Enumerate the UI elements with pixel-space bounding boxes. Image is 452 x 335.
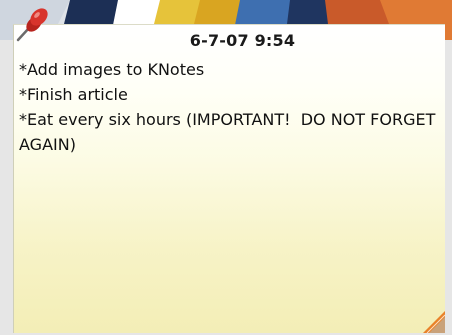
note-line: *Add images to KNotes — [19, 60, 205, 79]
note-text-area[interactable]: *Add images to KNotes *Finish article *E… — [19, 57, 439, 157]
pushpin-icon — [16, 8, 48, 42]
note-line: *Eat every six hours (IMPORTANT! DO NOT … — [19, 110, 441, 154]
note-title[interactable]: 6-7-07 9:54 — [14, 31, 445, 50]
knote-window[interactable]: 6-7-07 9:54 *Add images to KNotes *Finis… — [13, 24, 445, 333]
desktop: 6-7-07 9:54 *Add images to KNotes *Finis… — [0, 0, 452, 335]
resize-grip-icon[interactable] — [423, 311, 445, 333]
note-line: *Finish article — [19, 85, 128, 104]
